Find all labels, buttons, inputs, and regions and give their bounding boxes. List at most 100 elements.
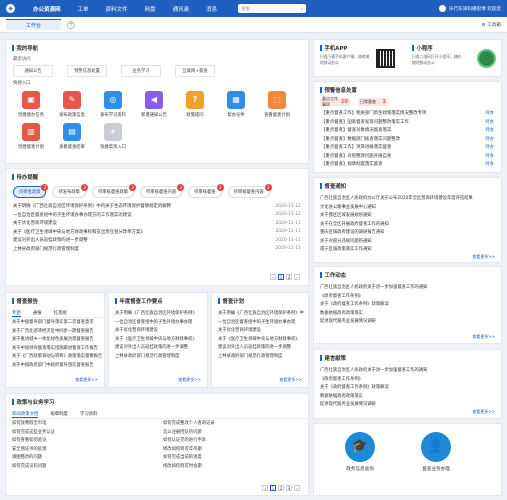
warn-tag[interactable]: 日常督查 3 <box>358 98 388 106</box>
policy-item[interactable]: 如何认证完的进行申诉 <box>157 436 308 445</box>
query-entry[interactable]: 🎓 政务信息查询 <box>332 432 388 472</box>
suggest-item[interactable]: 促进现代服务业发展情况调研 <box>314 400 501 409</box>
more-link[interactable]: 查看更多>> <box>472 409 495 415</box>
dyn-item[interactable]: 广西壮族自治区人民政府关于进一步加强督查工作的通知 <box>314 283 501 292</box>
plan-item[interactable]: 上林县政府部门规范行政管理制度 <box>212 352 308 361</box>
add-tab-icon[interactable]: + <box>67 20 76 29</box>
todo-row[interactable]: 关于优化营商环境建设 2020-11-11 <box>6 219 308 228</box>
nav-item[interactable]: 资料文件 <box>106 7 128 13</box>
report-item[interactable]: 关于中国政府部门中政府督导落实督查报告 <box>6 361 104 370</box>
todo-row[interactable]: 一位自治区督查组中的子生环境办事办理方的工作落实的建议 2020-11-11 <box>6 211 308 220</box>
suggest-item[interactable]: 广西壮族自治区人民政府关于进一步加强督查工作的通知 <box>314 366 501 375</box>
quick-entry[interactable]: ▤ 查看督查结果 <box>57 123 87 150</box>
plan-item[interactable]: 关于明确《广西壮族自治区环境保护条例》中 <box>212 309 308 318</box>
more-link[interactable]: 查看更多>> <box>178 377 201 383</box>
page-number[interactable]: 2 <box>278 485 284 491</box>
card-tab[interactable]: 新闻政策文档 <box>12 411 39 418</box>
quick-entry[interactable]: ◀ 新增通知公告 <box>139 91 169 118</box>
prev-icon[interactable]: ‹ <box>262 485 268 491</box>
card-tab[interactable]: 专题 <box>12 310 21 317</box>
todo-tab[interactable]: 待审批政策 2 <box>13 184 49 198</box>
dyn-item[interactable]: 数据依据政府政策落实 <box>314 309 501 318</box>
search-input[interactable]: 搜索 ⌕ <box>238 4 307 13</box>
quick-entry[interactable]: ◎ 发布学习资料 <box>98 91 128 118</box>
notice-item[interactable]: 大化县公路事业发展中心通知 <box>314 203 501 212</box>
prev-icon[interactable]: ‹ <box>270 274 276 280</box>
quick-entry[interactable]: + 快捷菜单入口 <box>98 123 128 150</box>
warn-row[interactable]: 【重点督查工作】项目进展落实督查 待办 <box>314 143 501 152</box>
notice-item[interactable]: 关于对部分违规问题的通知 <box>314 237 501 246</box>
todo-row[interactable]: 建议对外出人员返桂政策的进一步调整 2020-11-11 <box>6 236 308 245</box>
policy-item[interactable]: 如何完成整改个人查询记录 <box>157 419 308 428</box>
handle-entry[interactable]: 👤 督查业务办理 <box>408 432 464 472</box>
quick-entry[interactable]: ▣ 创建督办任务 <box>16 91 46 118</box>
annual-item[interactable]: 关于明确《广西壮族自治区环境保护条例》 <box>109 309 207 318</box>
quick-entry[interactable]: ? 政策提问 <box>180 91 210 118</box>
report-item[interactable]: 关于中国督导部门督导落实第二次督查意见 <box>6 318 104 327</box>
notice-item[interactable]: 关于在全区开展政府督查工作的通知 <box>314 220 501 229</box>
more-link[interactable]: 查看更多>> <box>472 254 495 260</box>
plan-item[interactable]: 一位自治区督查组中的子生环境办事办理 <box>212 318 308 327</box>
next-icon[interactable]: › <box>294 274 300 280</box>
warn-row[interactable]: 【重点督查】数据部门核查落实问题整改 待办 <box>314 135 501 144</box>
annual-item[interactable]: 一位自治区督查组中的子生环境办事办理 <box>109 318 207 327</box>
user-info[interactable]: 乐行东泽科播彭博 欢迎您 <box>439 5 501 12</box>
report-item[interactable]: 关于广西北部湾经济区中同步一期督查报告 <box>6 327 104 336</box>
report-item[interactable]: 关于中国领导督查落实措施跟进督查工作报告 <box>6 344 104 353</box>
nav-item[interactable]: 工单 <box>78 7 89 13</box>
next-icon[interactable]: › <box>294 485 300 491</box>
quick-entry[interactable]: ✎ 发布政策信息 <box>57 91 87 118</box>
more-link[interactable]: 查看更多>> <box>75 377 98 383</box>
nav-item[interactable]: 办公资源网 <box>33 7 61 13</box>
card-tab[interactable]: 通报 <box>33 310 42 316</box>
card-tab[interactable]: 学习资料 <box>80 411 98 417</box>
todo-row[interactable]: 关于明确《广西壮族自治区环境保护条例》中的关于生态环境保护督察规定的解释 2020… <box>6 202 308 211</box>
quick-entry[interactable]: ▥ 创建督查计划 <box>16 123 46 150</box>
policy-item[interactable]: 修改如何到可年待期 <box>157 445 308 454</box>
quick-entry[interactable]: ▦ 帮办证件 <box>221 91 251 118</box>
policy-item[interactable]: 如何完成这些业务认证 <box>6 428 157 437</box>
dyn-item[interactable]: 《政府督查工作条例》 <box>314 292 501 301</box>
search-icon[interactable]: ⌕ <box>301 6 304 12</box>
more-link[interactable]: 查看更多>> <box>472 334 495 340</box>
recent-item[interactable]: 互联网+督查 <box>175 65 215 77</box>
warn-row[interactable]: 【重点督查】规章制度落实督查 待办 <box>314 160 501 169</box>
notice-item[interactable]: 广西壮族自治区人民政府办公厅关于公布2020年全区营商环境建设年度评选结果 <box>314 194 501 203</box>
policy-item[interactable]: 如何查看如何验证 <box>6 436 157 445</box>
todo-tab[interactable]: 待审核督查政策 3 <box>91 184 137 198</box>
policy-item[interactable]: 怎么注册团队的问题 <box>157 428 308 437</box>
policy-item[interactable]: 如何放寒假全市电 <box>6 419 157 428</box>
plan-item[interactable]: 建议对外出人员返桂政策的进一步调整 <box>212 343 308 352</box>
todo-tab[interactable]: 待审核督查内容 3 <box>227 184 272 198</box>
todo-row[interactable]: 关于《医疗卫生领域中央与地方财政事权和支出责任划分改革方案》 2020-11-11 <box>6 228 308 237</box>
policy-item[interactable]: 安全感证书的处理 <box>6 445 157 454</box>
warn-row[interactable]: 【重点督查】对照整改问题开展自查 待办 <box>314 152 501 161</box>
dyn-item[interactable]: 关于《政府督查工作条例》政策解读 <box>314 300 501 309</box>
recent-item[interactable]: 通知公告 <box>13 65 53 77</box>
policy-item[interactable]: 请图整改的问题 <box>6 453 157 462</box>
todo-row[interactable]: 上林县政府部门规范行政管理制度 2020-11-11 <box>6 245 308 254</box>
page-number[interactable]: 1 <box>270 485 276 491</box>
card-tab[interactable]: 规章制度 <box>50 411 68 417</box>
page-number[interactable]: 1 <box>278 274 284 280</box>
annual-item[interactable]: 关于《医疗卫生领域中央与地方财政事权》 <box>109 335 207 344</box>
notice-item[interactable]: 关于我区区域发展规划通知 <box>314 211 501 220</box>
report-item[interactable]: 关于推进城乡一体化绿色发展治理督查报告 <box>6 335 104 344</box>
tab-workbench[interactable]: 工作台 <box>6 19 62 30</box>
warn-row[interactable]: 【重点督查工作】相关部门新生政策落实情况整改专项 待办 <box>314 109 501 118</box>
recent-item[interactable]: 预警信息处置 <box>67 65 107 77</box>
nav-item[interactable]: 网盘 <box>145 7 156 13</box>
policy-item[interactable]: 修改如何到可时会期 <box>157 462 308 471</box>
suggest-item[interactable]: 关于《政府督查工作条例》政策解读 <box>314 383 501 392</box>
quick-entry[interactable]: ⬚ 查看督查计划 <box>262 91 292 118</box>
annual-item[interactable]: 关于优化营商环境建设 <box>109 326 207 335</box>
dyn-item[interactable]: 促进现代服务业发展情况调研 <box>314 317 501 326</box>
warn-row[interactable]: 【重点督查】督查对象情况督查落实 待办 <box>314 126 501 135</box>
recent-item[interactable]: 业务学习 <box>121 65 161 77</box>
suggest-item[interactable]: 《政府督查工作条例》 <box>314 375 501 384</box>
annual-item[interactable]: 建议对外出人员返桂政策的进一步调整 <box>109 343 207 352</box>
more-link[interactable]: 查看更多>> <box>279 377 302 383</box>
plan-item[interactable]: 关于优化营商环境建设 <box>212 326 308 335</box>
report-item[interactable]: 关于《广西政策调动与转移》政策落实督察报告 <box>6 352 104 361</box>
plan-item[interactable]: 关于《医疗卫生领域中央与地方财政事权》 <box>212 335 308 344</box>
